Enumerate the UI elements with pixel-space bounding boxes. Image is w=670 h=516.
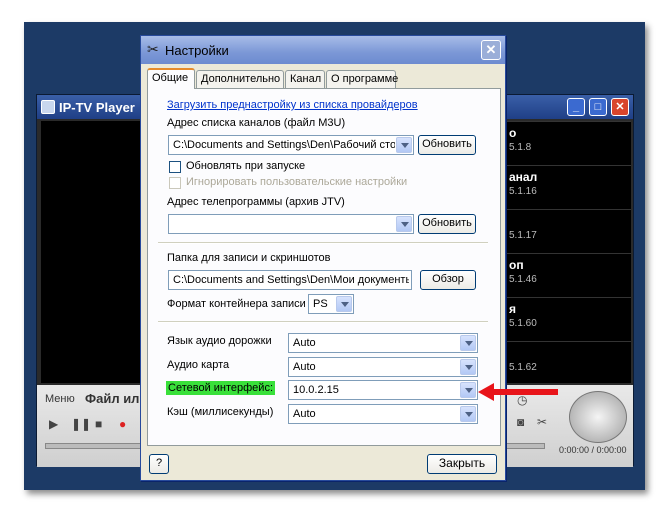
tab-about[interactable]: О программе <box>326 70 398 88</box>
refresh-guide-button[interactable]: Обновить <box>418 214 476 234</box>
red-arrow-icon <box>478 383 558 401</box>
menu-button[interactable]: Меню <box>45 393 75 405</box>
channel-list[interactable]: о 5.1.8 анал 5.1.16 5.1.17 оп 5.1.46 я 5… <box>505 121 631 383</box>
browse-button[interactable]: Обзор <box>420 270 476 290</box>
camera-icon[interactable]: ◙ <box>517 415 524 429</box>
audio-card-label: Аудио карта <box>167 359 230 371</box>
channels-label: Адрес списка каналов (файл M3U) <box>167 117 346 129</box>
help-button[interactable]: ? <box>149 454 169 474</box>
file-label: Файл или <box>85 391 148 406</box>
channel-item[interactable]: о 5.1.8 <box>505 121 631 161</box>
audio-track-label: Язык аудио дорожки <box>167 335 272 347</box>
dialog-title: Настройки <box>165 43 229 58</box>
cache-combo[interactable]: Auto <box>288 404 478 424</box>
channels-combo[interactable]: C:\Documents and Settings\Den\Рабочий ст… <box>168 135 414 155</box>
chevron-down-icon[interactable] <box>460 382 476 398</box>
close-icon[interactable]: ✕ <box>611 98 629 116</box>
divider <box>158 321 488 323</box>
network-interface-combo[interactable]: 10.0.2.15 <box>288 380 478 400</box>
channel-item[interactable]: анал 5.1.16 <box>505 165 631 205</box>
channel-item[interactable]: я 5.1.60 <box>505 297 631 337</box>
ignore-user-checkbox <box>169 177 181 189</box>
container-combo[interactable]: PS <box>308 294 354 314</box>
network-interface-value: 10.0.2.15 <box>293 384 339 396</box>
dialog-titlebar[interactable]: ✂ Настройки ✕ <box>141 36 505 64</box>
pause-icon[interactable]: ❚❚ <box>71 417 91 431</box>
chevron-down-icon[interactable] <box>396 137 412 153</box>
container-label: Формат контейнера записи <box>167 298 306 310</box>
tab-channel[interactable]: Канал <box>285 70 325 88</box>
maximize-icon[interactable]: □ <box>589 98 607 116</box>
tv-icon <box>41 100 55 114</box>
channel-item[interactable]: 5.1.17 <box>505 209 631 249</box>
preset-link[interactable]: Загрузить преднастройку из списка провай… <box>167 99 418 111</box>
container-value: PS <box>313 298 328 310</box>
channels-value: C:\Documents and Settings\Den\Рабочий ст… <box>173 139 395 151</box>
channel-item[interactable]: 5.1.62 <box>505 341 631 381</box>
tools-icon: ✂ <box>147 41 159 57</box>
navigation-pad-icon[interactable] <box>569 391 627 443</box>
chevron-down-icon[interactable] <box>336 296 352 312</box>
chevron-down-icon[interactable] <box>396 216 412 232</box>
divider <box>158 242 488 244</box>
close-button[interactable]: Закрыть <box>427 454 497 474</box>
cache-label: Кэш (миллисекунды) <box>167 406 274 418</box>
record-folder-field[interactable]: C:\Documents and Settings\Den\Мои докуме… <box>168 270 412 290</box>
time-display: 0:00:00 / 0:00:00 <box>559 445 627 455</box>
audio-card-value: Auto <box>293 361 316 373</box>
tab-advanced[interactable]: Дополнительно <box>196 70 284 88</box>
audio-card-combo[interactable]: Auto <box>288 357 478 377</box>
audio-track-combo[interactable]: Auto <box>288 333 478 353</box>
tvguide-label: Адрес телепрограммы (архив JTV) <box>167 196 345 208</box>
minimize-icon[interactable]: _ <box>567 98 585 116</box>
general-panel: Загрузить преднастройку из списка провай… <box>147 88 501 446</box>
ignore-user-label: Игнорировать пользовательские настройки <box>186 176 408 188</box>
record-icon[interactable]: ● <box>119 417 126 431</box>
channel-item[interactable]: оп 5.1.46 <box>505 253 631 293</box>
audio-track-value: Auto <box>293 337 316 349</box>
close-icon[interactable]: ✕ <box>481 40 501 60</box>
record-folder-value: C:\Documents and Settings\Den\Мои докуме… <box>173 274 409 286</box>
chevron-down-icon[interactable] <box>460 359 476 375</box>
stop-icon[interactable]: ■ <box>95 417 102 431</box>
play-icon[interactable]: ▶ <box>49 417 58 431</box>
cache-value: Auto <box>293 408 316 420</box>
refresh-button[interactable]: Обновить <box>418 135 476 155</box>
player-title: IP-TV Player <box>59 100 135 115</box>
chevron-down-icon[interactable] <box>460 406 476 422</box>
settings-dialog: ✂ Настройки ✕ Общие Дополнительно Канал … <box>140 35 506 481</box>
update-on-start-label[interactable]: Обновлять при запуске <box>186 160 305 172</box>
tvguide-combo[interactable] <box>168 214 414 234</box>
record-folder-label: Папка для записи и скриншотов <box>167 252 331 264</box>
tools-icon[interactable]: ✂ <box>537 415 547 429</box>
tab-general[interactable]: Общие <box>147 68 195 89</box>
chevron-down-icon[interactable] <box>460 335 476 351</box>
network-interface-label: Сетевой интерфейс: <box>166 381 276 395</box>
update-on-start-checkbox[interactable] <box>169 161 181 173</box>
